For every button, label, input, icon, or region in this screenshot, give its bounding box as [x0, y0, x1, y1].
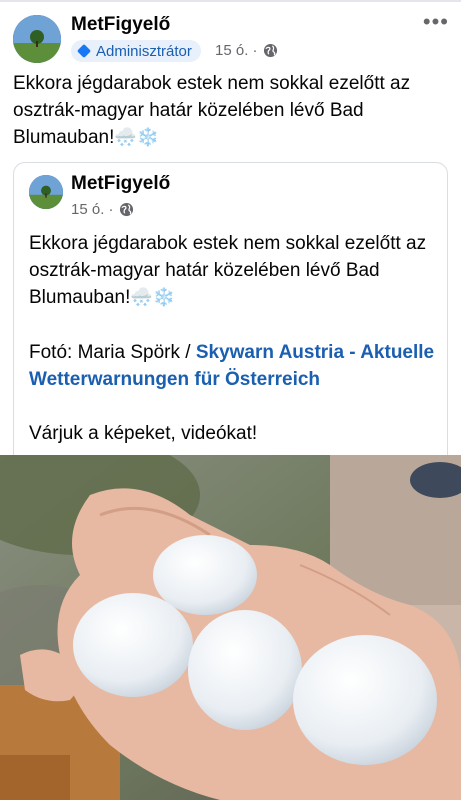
globe-icon	[119, 202, 133, 217]
hailstones-photo[interactable]	[0, 455, 461, 800]
role-badge: Adminisztrátor	[71, 40, 201, 62]
call-to-action: Várjuk a képeket, videókat!	[29, 423, 258, 444]
shared-post-meta: 15 ó. ·	[71, 201, 134, 218]
role-badge-label: Adminisztrátor	[96, 42, 192, 60]
more-options-icon[interactable]: •••	[423, 11, 449, 33]
photo-credit-prefix: Fotó: Maria Spörk /	[29, 342, 196, 363]
shared-page-avatar[interactable]	[29, 175, 63, 209]
post-body: Ekkora jégdarabok estek nem sokkal ezelő…	[13, 73, 411, 148]
shared-post-time[interactable]: 15 ó. ·	[71, 201, 114, 218]
post-meta: 15 ó. ·	[215, 42, 278, 59]
shared-page-name[interactable]: MetFigyelő	[71, 173, 170, 195]
shared-weather-emoji: 🌨️❄️	[130, 287, 176, 307]
post-text: Ekkora jégdarabok estek nem sokkal ezelő…	[13, 70, 453, 151]
shared-post-text: Ekkora jégdarabok estek nem sokkal ezelő…	[29, 230, 441, 311]
page-name[interactable]: MetFigyelő	[71, 14, 170, 36]
admin-diamond-icon	[76, 43, 92, 59]
photo-credit: Fotó: Maria Spörk / Skywarn Austria - Ak…	[29, 339, 449, 393]
shared-post-body: Ekkora jégdarabok estek nem sokkal ezelő…	[29, 233, 427, 308]
post-time[interactable]: 15 ó. ·	[215, 42, 258, 59]
page-avatar[interactable]	[13, 15, 61, 63]
top-divider	[0, 0, 461, 2]
weather-emoji: 🌨️❄️	[114, 127, 160, 147]
globe-icon	[263, 43, 277, 58]
